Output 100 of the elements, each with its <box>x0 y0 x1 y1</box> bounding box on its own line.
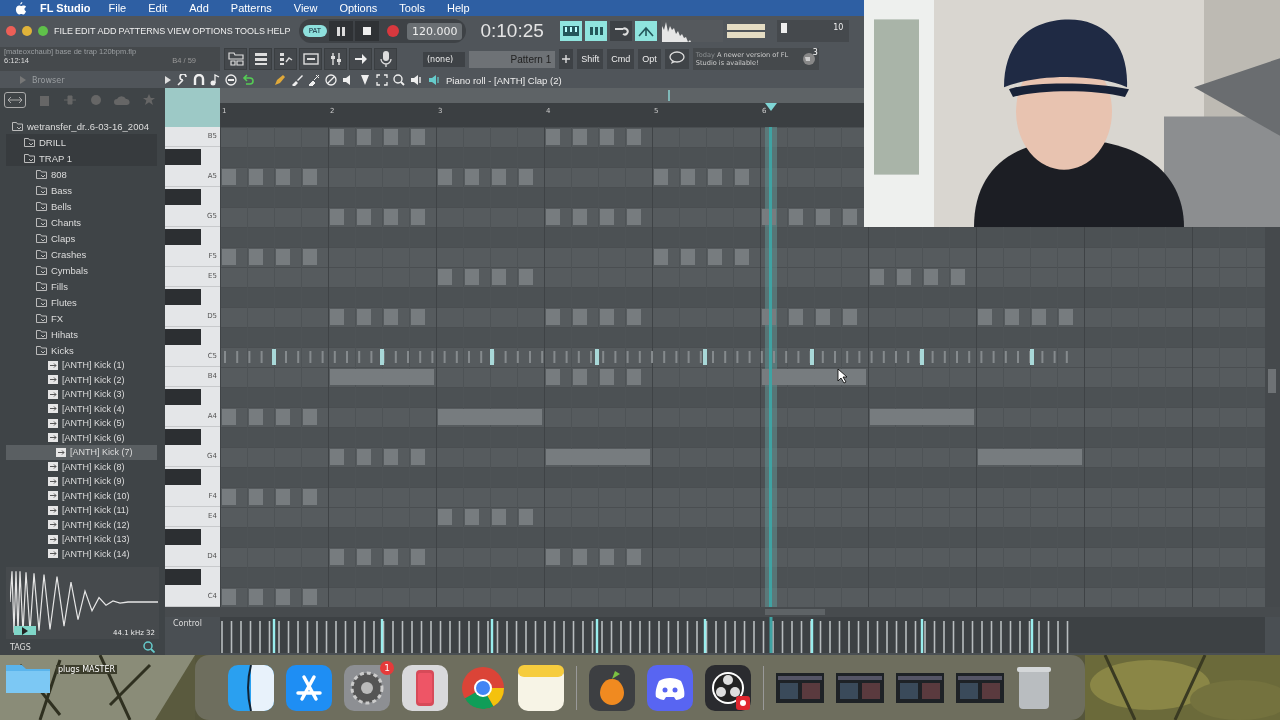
menu-item[interactable]: PATTERNS <box>118 26 166 36</box>
window-thumbnail-icon[interactable] <box>896 672 944 703</box>
delete-icon[interactable] <box>308 74 320 86</box>
sample-item[interactable]: [ANTH] Kick (7) <box>6 445 157 460</box>
metronome-toggle[interactable] <box>635 21 658 41</box>
menu-item[interactable]: View <box>293 2 318 14</box>
folder-item[interactable]: Bass <box>6 182 157 198</box>
menu-item[interactable]: Edit <box>148 2 168 14</box>
game-controller-icon[interactable] <box>647 664 693 711</box>
folder-item[interactable]: Flutes <box>6 294 157 310</box>
undo-icon[interactable] <box>242 74 254 86</box>
menu-item[interactable]: Options <box>339 2 378 14</box>
stop-button[interactable] <box>354 21 379 41</box>
circle-icon[interactable] <box>225 74 237 86</box>
menu-item[interactable]: VIEW <box>167 26 191 36</box>
menu-item[interactable]: EDIT <box>75 26 96 36</box>
folder-item[interactable]: Hihats <box>6 326 157 342</box>
sample-item[interactable]: [ANTH] Kick (8) <box>6 459 157 474</box>
notes-drawing[interactable] <box>222 129 1082 605</box>
piano-roll-button[interactable] <box>274 48 297 70</box>
folder-item[interactable]: TRAP 1 <box>6 150 157 166</box>
sample-item[interactable]: [ANTH] Kick (3) <box>6 387 157 402</box>
magnet-icon[interactable] <box>193 74 205 86</box>
pause-button[interactable] <box>328 21 353 41</box>
menu-item[interactable]: Add <box>189 2 209 14</box>
folder-item[interactable]: Crashes <box>6 246 157 262</box>
playlist-button[interactable] <box>299 48 322 70</box>
wrench-icon[interactable] <box>176 74 188 86</box>
velocity-lane-drawing[interactable] <box>220 617 1265 653</box>
folder-item[interactable]: Bells <box>6 198 157 214</box>
menu-item[interactable]: File <box>108 2 127 14</box>
prohibited-icon[interactable] <box>325 74 337 86</box>
folder-item[interactable]: Claps <box>6 230 157 246</box>
menu-item[interactable]: HELP <box>267 26 291 36</box>
sample-item[interactable]: [ANTH] Kick (1) <box>6 358 157 373</box>
brush-icon[interactable] <box>291 74 303 86</box>
add-pattern-button[interactable] <box>559 49 574 69</box>
sample-item[interactable]: [ANTH] Kick (11) <box>6 503 157 518</box>
sample-item[interactable]: [ANTH] Kick (10) <box>6 488 157 503</box>
menu-item[interactable]: Tools <box>399 2 426 14</box>
window-thumbnail-icon[interactable] <box>956 672 1004 703</box>
sample-item[interactable]: [ANTH] Kick (14) <box>6 546 157 561</box>
sample-item[interactable]: [ANTH] Kick (13) <box>6 532 157 547</box>
window-thumbnail-icon[interactable] <box>776 672 824 703</box>
sample-item[interactable]: [ANTH] Kick (5) <box>6 416 157 431</box>
menu-item[interactable]: Help <box>447 2 470 14</box>
note-icon[interactable] <box>210 74 220 86</box>
modifier-key[interactable]: Cmd <box>607 49 635 69</box>
speaker-icon[interactable] <box>428 74 440 86</box>
vertical-scrollbar[interactable] <box>1265 227 1280 607</box>
settings-icon[interactable] <box>344 664 390 711</box>
keyboard-toggle[interactable] <box>560 21 583 41</box>
menu-item[interactable]: Patterns <box>230 2 272 14</box>
chrome-icon[interactable] <box>460 664 506 711</box>
phone-icon[interactable] <box>402 664 448 711</box>
apple-logo-icon[interactable] <box>15 1 26 15</box>
tempo-display[interactable]: 120.000 <box>406 22 463 40</box>
zoom-icon[interactable] <box>38 26 48 36</box>
speaker-icon[interactable] <box>410 74 422 86</box>
app-name-menu[interactable]: FL Studio <box>40 2 91 14</box>
menu-item[interactable]: FILE <box>54 26 73 36</box>
menu-item[interactable]: OPTIONS <box>192 26 233 36</box>
folder-item[interactable]: FX <box>6 310 157 326</box>
folder-label[interactable]: plugs MASTER <box>56 665 118 674</box>
step-toggle[interactable] <box>585 21 608 41</box>
folder-item[interactable]: Fills <box>6 278 157 294</box>
sample-item[interactable]: [ANTH] Kick (6) <box>6 430 157 445</box>
loop-toggle[interactable] <box>610 21 633 41</box>
folder-item[interactable]: DRILL <box>6 134 157 150</box>
star-icon[interactable] <box>142 94 155 106</box>
sample-item[interactable]: [ANTH] Kick (4) <box>6 401 157 416</box>
search-icon[interactable] <box>143 641 155 653</box>
hihat-notes-drawing[interactable] <box>224 349 1068 365</box>
modifier-key[interactable]: Opt <box>638 49 661 69</box>
channel-dropdown[interactable]: (none) <box>423 51 466 67</box>
horizontal-scrollbar[interactable] <box>165 607 1280 617</box>
slider-thumb[interactable] <box>780 23 787 33</box>
folder-item[interactable]: Kicks <box>6 342 157 358</box>
sample-item[interactable]: [ANTH] Kick (2) <box>6 372 157 387</box>
folder-item[interactable]: 808 <box>6 166 157 182</box>
minimize-icon[interactable] <box>22 26 32 36</box>
recording-button[interactable] <box>374 48 397 70</box>
arrow-icon[interactable] <box>165 76 171 84</box>
app-store-icon[interactable] <box>286 664 332 711</box>
control-lane-label[interactable]: Control <box>165 617 220 655</box>
select-icon[interactable] <box>376 74 388 86</box>
menu-item[interactable]: ADD <box>97 26 117 36</box>
window-thumbnail-icon[interactable] <box>836 672 884 703</box>
pencil-icon[interactable] <box>274 74 286 86</box>
browser-button[interactable] <box>224 48 247 70</box>
play-preview-button[interactable] <box>14 626 36 635</box>
zoom-icon[interactable] <box>393 74 405 86</box>
menu-item[interactable]: TOOLS <box>234 26 266 36</box>
notes-icon[interactable] <box>518 664 564 711</box>
all-tab[interactable] <box>4 92 26 108</box>
trash-icon[interactable] <box>1016 664 1052 711</box>
fruit-icon[interactable] <box>589 664 635 711</box>
sample-item[interactable]: [ANTH] Kick (12) <box>6 517 157 532</box>
master-pitch-slider[interactable]: 10 <box>777 20 850 42</box>
folder-item[interactable]: Chants <box>6 214 157 230</box>
